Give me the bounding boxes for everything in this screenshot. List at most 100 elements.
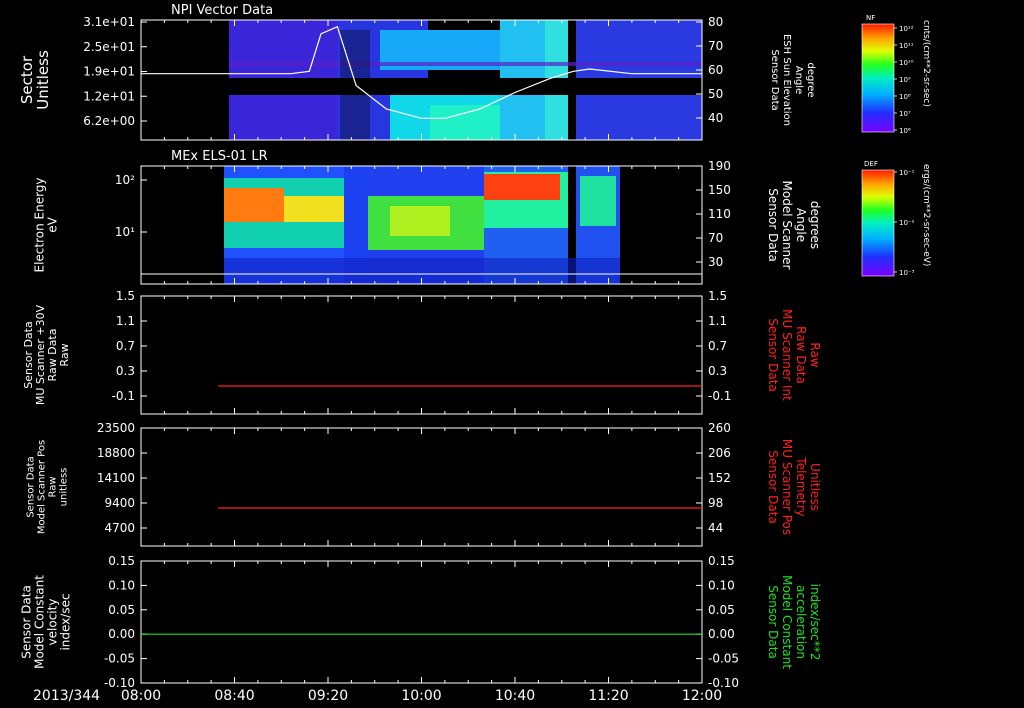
panel1-left-tick-label: 1.9e+01 — [83, 65, 135, 79]
panel5-right-label-line: Model Constant — [780, 575, 794, 669]
panel4-left-tick-label: 18800 — [97, 446, 135, 460]
panel1-right-tick-label: 60 — [708, 63, 723, 77]
panel4-right-tick-label: 44 — [708, 521, 723, 535]
panel5-right-label-line: index/sec**2 — [808, 584, 822, 661]
panel5-left-tick-label: 0.10 — [108, 578, 135, 592]
panel3-right-tick-label: -0.1 — [708, 389, 731, 403]
panel1-title: NPI Vector Data — [171, 3, 273, 18]
panel4-right-tick-label: 98 — [708, 496, 723, 510]
panel4-left-tick-label: 23500 — [97, 421, 135, 435]
panel1-left-tick-label: 2.5e+01 — [83, 40, 135, 54]
colorbar2-units: ergs/(cm**2-sr-sec-eV) — [921, 164, 931, 266]
panel1-left-tick-label: 1.2e+01 — [83, 89, 135, 103]
stacked-time-series-plot: NPI Vector Data 3.1e+01 2.5e+01 1.9e+01 1.2… — [0, 0, 1024, 708]
panel5-left-label-line: Model Constant — [33, 575, 47, 669]
colorbar2-gradient — [861, 169, 895, 277]
panel2-left-label-line: Electron Energy — [33, 177, 47, 272]
panel4-left-label-line: Raw — [48, 476, 59, 497]
colorbar-tick-label: 10⁻³ — [899, 269, 915, 277]
panel2-title: MEx ELS-01 LR — [171, 149, 268, 164]
colorbar-tick-label: 10¹¹ — [899, 42, 914, 50]
colorbar-tick-label: 10⁶ — [899, 127, 911, 135]
panel4-right-tick-label: 206 — [708, 446, 731, 460]
panel3-right-tick-label: 1.1 — [708, 314, 727, 328]
time-tick-label: 10:40 — [495, 688, 535, 704]
panel5-left-label-line: Sensor Data — [20, 585, 34, 659]
panel4-left-tick-label: 4700 — [104, 521, 135, 535]
panel2-right-tick-label: 150 — [708, 183, 731, 197]
colorbar1-gradient — [861, 23, 895, 133]
date-label: 2013/344 — [33, 688, 100, 704]
panel2-left-label-line: eV — [46, 216, 60, 232]
panel2-right-tick-label: 190 — [708, 159, 731, 173]
panel4-left-label-line: unitless — [59, 468, 70, 507]
colorbar-tick-label: 10¹² — [899, 25, 914, 33]
panel1-right-label-line: Sensor Data — [769, 49, 780, 110]
time-tick-label: 09:20 — [308, 688, 348, 704]
panel3-left-tick-label: 0.7 — [116, 339, 135, 353]
panel5-left-label-line: velocity — [46, 599, 60, 646]
colorbar2-title: DEF — [864, 160, 878, 168]
panel5-right-tick-label: -0.05 — [708, 652, 739, 666]
panel5-left-tick-label: 0.05 — [108, 603, 135, 617]
panel1-heatmap — [229, 20, 702, 140]
time-tick-label: 12:00 — [682, 688, 722, 704]
panel4-right-tick-label: 260 — [708, 421, 731, 435]
panel3-right-label-line: Sensor Data — [766, 318, 780, 392]
panel4-right-label-line: MU Scanner Pos — [780, 439, 794, 535]
panel3-left-tick-label: 1.5 — [116, 289, 135, 303]
panel3-right-tick-label: 0.7 — [708, 339, 727, 353]
panel2-right-tick-label: 110 — [708, 207, 731, 221]
panel3-right-label-line: Raw Data — [794, 326, 808, 384]
panel2-right-tick-label: 30 — [708, 255, 723, 269]
panel5-left-tick-label: 0.15 — [108, 554, 135, 568]
panel2-right-tick-label: 70 — [708, 231, 723, 245]
panel2-left-tick-label: 10¹ — [115, 225, 135, 239]
panel1-right-label-line: degree — [805, 62, 816, 97]
panel5-right-label-line: Sensor Data — [766, 585, 780, 659]
colorbar1-title: NF — [866, 14, 875, 22]
colorbar-tick-label: 10⁸ — [899, 93, 911, 101]
panel1-right-label-line: Angle — [793, 66, 804, 94]
panel1-left-axis-label: SectorUnitless — [18, 50, 52, 110]
panel3-right-label-line: Raw — [808, 342, 822, 367]
panel3-left-tick-label: 0.3 — [116, 364, 135, 378]
panel5-left-label-line: index/sec — [59, 593, 73, 650]
panel3-left-tick-label: -0.1 — [112, 389, 135, 403]
panel1-right-tick-label: 40 — [708, 111, 723, 125]
panel1-right-tick-label: 80 — [708, 15, 723, 29]
panel5-right-label-line: acceleration — [794, 585, 808, 659]
panel5-right-tick-label: 0.00 — [708, 627, 735, 641]
time-tick-label: 08:00 — [121, 688, 161, 704]
panel2-right-label-line: Model Scanner — [780, 181, 794, 270]
panel5-right-tick-label: 0.15 — [708, 554, 735, 568]
panel4-right-label-line: Telemetry — [794, 456, 808, 516]
panel5-right-axis-label: Sensor Data Model Constant acceleration ind… — [766, 575, 822, 669]
panel1-right-tick-label: 50 — [708, 87, 723, 101]
panel2-right-label-line: degrees — [808, 201, 822, 249]
panel4-left-label-line: Sensor Data — [26, 456, 37, 517]
panel4-left-label-line: Model Scanner Pos — [37, 440, 48, 534]
panel1-right-label-line: ESH Sun Elevation — [781, 34, 792, 126]
panel3-left-label-line: Raw — [58, 343, 71, 366]
panel2-left-tick-label: 10² — [115, 173, 135, 187]
time-tick-label: 10:00 — [401, 688, 441, 704]
panel4-right-label-line: Unitless — [808, 463, 822, 511]
panel5-right-tick-label: 0.10 — [708, 578, 735, 592]
panel3-right-tick-label: 1.5 — [708, 289, 727, 303]
panel3-right-tick-label: 0.3 — [708, 364, 727, 378]
colorbar-tick-label: 10¹⁰ — [899, 59, 914, 67]
panel2-right-label-line: Angle — [794, 208, 808, 242]
panel4-right-tick-label: 152 — [708, 471, 731, 485]
time-tick-label: 11:20 — [588, 688, 628, 704]
colorbar1-units: cnts/(cm**2-sr-sec) — [921, 20, 931, 107]
colorbar-tick-label: 10⁻² — [899, 219, 915, 227]
panel3-left-tick-label: 1.1 — [116, 314, 135, 328]
panel1-left-label-line: Unitless — [34, 50, 52, 110]
panel1-right-tick-label: 70 — [708, 39, 723, 53]
panel5-left-tick-label: 0.00 — [108, 627, 135, 641]
colorbar-tick-label: 10⁷ — [899, 110, 911, 118]
panel2-heatmap — [224, 166, 620, 284]
panel3-right-label-line: MU Scanner Int — [780, 309, 794, 401]
panel2-right-label-line: Sensor Data — [766, 188, 780, 262]
